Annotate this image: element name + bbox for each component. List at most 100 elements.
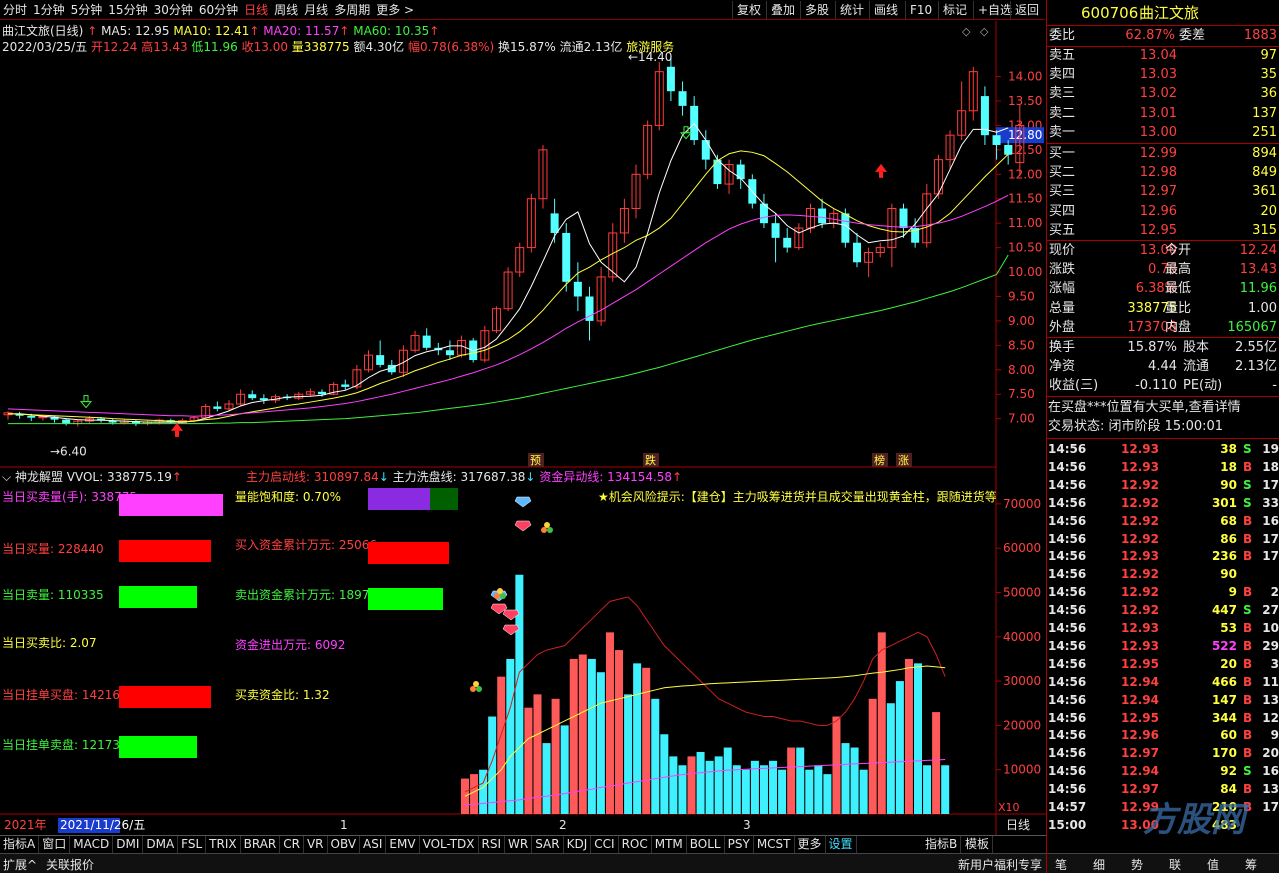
toolbar-button-3[interactable]: 统计 (835, 1, 868, 19)
indicator-tab-14[interactable]: RSI (479, 836, 506, 853)
big-order-notice[interactable]: 在买盘***位置有大买单,查看详情 (1048, 399, 1241, 417)
indicator-right-tab-0[interactable]: 指标B (922, 836, 962, 853)
volume-bar (560, 725, 569, 814)
indicator-tab-24[interactable]: 更多 (795, 836, 826, 853)
price-tick-label: 10.00 (1008, 265, 1042, 279)
indicator-right-tab-1[interactable]: 模板 (962, 836, 994, 853)
indicator-tab-9[interactable]: VR (304, 836, 328, 853)
volume-bar (488, 716, 497, 814)
fund-stats-panel: 当日买卖量(手): 338775 当日买量: 228440 当日卖量: 110335… (0, 484, 460, 814)
sub-chart-lines: 主力启动线: 310897.84↓ 主力洗盘线: 317687.38↓ 资金异动… (246, 470, 683, 484)
indicator-tab-10[interactable]: OBV (328, 836, 361, 853)
toolbar-button-8[interactable]: 返回 (1010, 1, 1043, 19)
stat-row-0: 现价 13.00 今开 12.24 (1049, 243, 1277, 258)
period-tab-1[interactable]: 1分钟 (33, 0, 65, 20)
indicator-tab-15[interactable]: WR (505, 836, 533, 853)
period-tab-5[interactable]: 60分钟 (199, 0, 238, 20)
indicator-tab-11[interactable]: ASI (360, 836, 387, 853)
indicator-tab-21[interactable]: BOLL (687, 836, 725, 853)
right-tab-0[interactable]: 笔 (1055, 856, 1067, 873)
volume-bar (533, 694, 542, 814)
right-tab-4[interactable]: 值 (1207, 856, 1219, 873)
indicator-tab-0[interactable]: 指标A (0, 836, 40, 853)
price-tick-label: 8.50 (1008, 338, 1035, 352)
indicator-tab-22[interactable]: PSY (725, 836, 754, 853)
period-tab-9[interactable]: 多周期 (334, 0, 370, 20)
period-tab-8[interactable]: 月线 (304, 0, 328, 20)
candle-body (213, 406, 222, 409)
bid-row-3: 买四 12.96 20 (1049, 203, 1277, 219)
indicator-tab-19[interactable]: ROC (619, 836, 652, 853)
indicator-tab-5[interactable]: FSL (178, 836, 207, 853)
right-tab-5[interactable]: 筹 (1245, 856, 1257, 873)
indicator-tab-4[interactable]: DMA (143, 836, 179, 853)
indicator-tab-12[interactable]: EMV (386, 836, 420, 853)
period-tab-10[interactable]: 更多 > (376, 0, 414, 20)
fund-line-value: 资金异动线: 134154.58 (539, 470, 673, 484)
period-tab-0[interactable]: 分时 (3, 0, 27, 20)
tick-row: 14:56 12.92 301 S 33 (1048, 495, 1279, 510)
linked-quote-button[interactable]: 关联报价 (46, 856, 94, 873)
volume-bar (624, 694, 633, 814)
weicha-label: 委差 (1179, 28, 1206, 43)
toolbar-button-2[interactable]: 多股 (800, 1, 833, 19)
bid-row-2: 买三 12.97 361 (1049, 184, 1277, 200)
expand-button[interactable]: 扩展^ (3, 856, 37, 873)
tick-row: 14:56 12.92 90 S 17 (1048, 477, 1279, 492)
indicator-tab-bar: 指标A 窗口 MACD DMI DMA FSL TRIX BRAR CR VR OBV ASI EMV V… (0, 835, 1046, 853)
info-sector[interactable]: 旅游服务 (626, 40, 674, 54)
fund-row-1: 净资 4.44 流通 2.13亿 (1049, 359, 1277, 375)
toolbar-button-4[interactable]: 画线 (869, 1, 902, 19)
ball-icon (541, 527, 547, 533)
stat-left-0: 当日买卖量(手): 338775 (2, 490, 138, 504)
indicator-tab-1[interactable]: 窗口 (39, 836, 71, 853)
volume-bar (886, 703, 895, 814)
stat-row-1: 涨跌 0.78 最高 13.43 (1049, 262, 1277, 278)
indicator-tab-16[interactable]: SAR (532, 836, 564, 853)
candle-body (376, 355, 385, 365)
toolbar-button-6[interactable]: 标记 (938, 1, 971, 19)
period-tab-3[interactable]: 15分钟 (108, 0, 147, 20)
period-tab-6[interactable]: 日线 (244, 0, 268, 20)
indicator-tab-6[interactable]: TRIX (206, 836, 241, 853)
sub-chart-header: ⌵ 神龙解盟 VVOL: 338775.19↑ (2, 470, 182, 484)
right-tab-2[interactable]: 势 (1131, 856, 1143, 873)
diamond-icon: ◇ (962, 25, 971, 38)
volume-bar (859, 769, 868, 814)
volume-bar (497, 676, 506, 814)
tick-row: 14:56 12.93 53 B 10 (1048, 621, 1279, 635)
candle-body (550, 213, 559, 233)
sub-indicator-name[interactable]: 神龙解盟 (15, 470, 63, 484)
promo-link[interactable]: 新用户福利专享 (958, 856, 1042, 873)
toolbar-button-0[interactable]: 复权 (732, 1, 765, 19)
collapse-icon[interactable]: ⌵ (2, 470, 11, 484)
webi-label: 委比 (1049, 28, 1076, 43)
indicator-tab-8[interactable]: CR (280, 836, 304, 853)
stat-left-5: 当日挂单卖盘: 12173 (2, 738, 121, 752)
right-tab-3[interactable]: 联 (1169, 856, 1181, 873)
sell-arrow-icon (79, 401, 93, 409)
period-tab-7[interactable]: 周线 (274, 0, 298, 20)
period-tab-4[interactable]: 30分钟 (154, 0, 193, 20)
indicator-tab-13[interactable]: VOL-TDX (420, 836, 479, 853)
indicator-tab-18[interactable]: CCI (591, 836, 619, 853)
indicator-tab-3[interactable]: DMI (113, 836, 144, 853)
toolbar-button-1[interactable]: 叠加 (766, 1, 799, 19)
indicator-tab-17[interactable]: KDJ (564, 836, 592, 853)
launch-line-value: 主力启动线: 310897.84 (246, 470, 379, 484)
indicator-tab-25[interactable]: 设置 (826, 836, 857, 853)
period-tab-2[interactable]: 5分钟 (71, 0, 103, 20)
volume-bar (914, 663, 922, 814)
toolbar-button-5[interactable]: F10 (905, 1, 936, 19)
bid-row-0: 买一 12.99 894 (1049, 146, 1277, 161)
x-axis-label-1: 1 (340, 818, 348, 832)
stat-bar-4 (119, 686, 211, 708)
indicator-tab-20[interactable]: MTM (652, 836, 687, 853)
indicator-tab-2[interactable]: MACD (70, 836, 114, 853)
tick-row: 14:56 12.92 90 (1048, 567, 1237, 582)
event-marker-m4: 涨 (898, 454, 909, 467)
right-tab-1[interactable]: 细 (1093, 856, 1105, 873)
indicator-tab-23[interactable]: MCST (754, 836, 795, 853)
indicator-tab-7[interactable]: BRAR (241, 836, 281, 853)
stat-left-2: 当日卖量: 110335 (2, 588, 104, 602)
